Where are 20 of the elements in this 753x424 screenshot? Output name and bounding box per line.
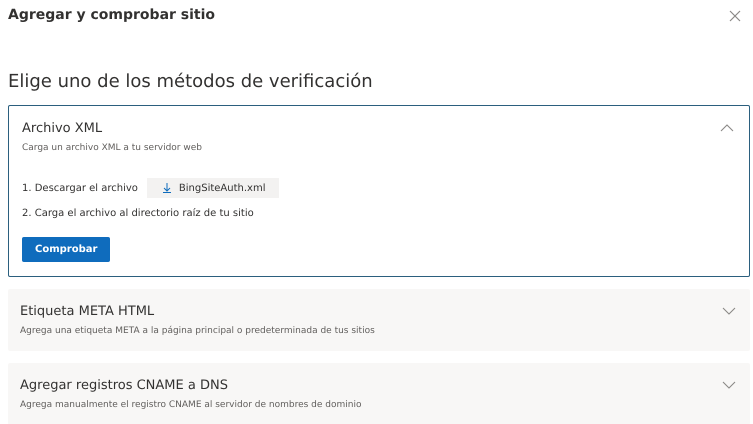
dialog-title: Agregar y comprobar sitio xyxy=(8,6,216,25)
method-panel[interactable]: Etiqueta META HTML Agrega una etiqueta META a la página principal o predeterminada de tus sitios xyxy=(8,289,750,351)
method-title: Agregar registros CNAME a DNS xyxy=(20,377,229,395)
method-title: Etiqueta META HTML xyxy=(20,303,156,321)
step-text: 1. Descargar el archivo xyxy=(22,182,138,196)
section-heading: Elige uno de los métodos de verificación xyxy=(7,70,374,94)
chevron-icon[interactable] xyxy=(720,124,734,132)
chevron-icon[interactable] xyxy=(722,307,736,315)
chevron-icon[interactable] xyxy=(722,381,736,389)
method-description: Carga un archivo XML a tu servidor web xyxy=(22,142,202,154)
method-panel[interactable]: Agregar registros CNAME a DNS Agrega manualmente el registro CNAME al servidor de nombres de dominio xyxy=(8,363,750,424)
verify-button[interactable]: Comprobar xyxy=(22,237,110,262)
step-text: 2. Carga el archivo al directorio raíz de tu sitio xyxy=(22,207,254,221)
close-icon[interactable] xyxy=(729,8,743,22)
method-description: Agrega una etiqueta META a la página principal o predeterminada de tus sitios xyxy=(20,324,375,338)
method-title: Archivo XML xyxy=(22,120,104,138)
download-icon xyxy=(162,183,171,193)
download-button[interactable]: BingSiteAuth.xml xyxy=(146,178,280,198)
method-description: Agrega manualmente el registro CNAME al servidor de nombres de dominio xyxy=(20,398,362,412)
method-panel[interactable]: Archivo XML Carga un archivo XML a tu servidor web 1. Descargar el archivo BingSiteAuth.xml 2. Carga el archivo al directorio raíz de tu sitio Comprobar xyxy=(8,105,750,277)
